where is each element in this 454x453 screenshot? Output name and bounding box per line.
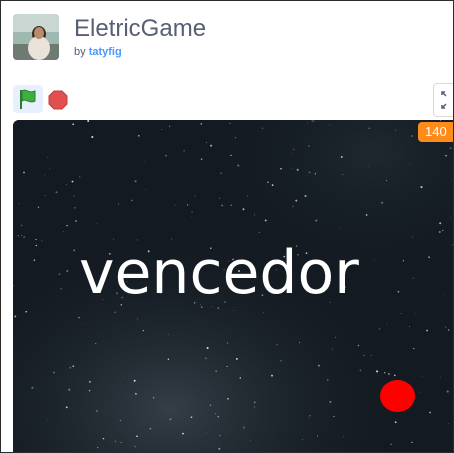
score-monitor: 140 [418,122,453,142]
green-flag-button[interactable] [13,85,43,113]
stop-sign-icon [48,90,68,110]
project-header: EletricGame by tatyfig [1,1,453,73]
green-flag-icon [20,89,36,109]
project-title: EletricGame [74,15,207,42]
project-byline: by tatyfig [74,46,122,58]
red-ball-sprite[interactable] [380,380,415,412]
project-player: EletricGame by tatyfig 140 vencedor [0,0,454,453]
winner-message: vencedor [79,238,359,308]
fullscreen-icon [441,91,447,109]
player-controls [1,81,453,117]
stop-button[interactable] [48,90,68,110]
avatar-image [13,14,59,60]
by-label: by [74,46,86,58]
game-stage[interactable]: 140 vencedor [13,120,453,452]
author-link[interactable]: tatyfig [89,46,122,58]
author-avatar[interactable] [13,14,59,60]
fullscreen-button[interactable] [433,83,453,117]
